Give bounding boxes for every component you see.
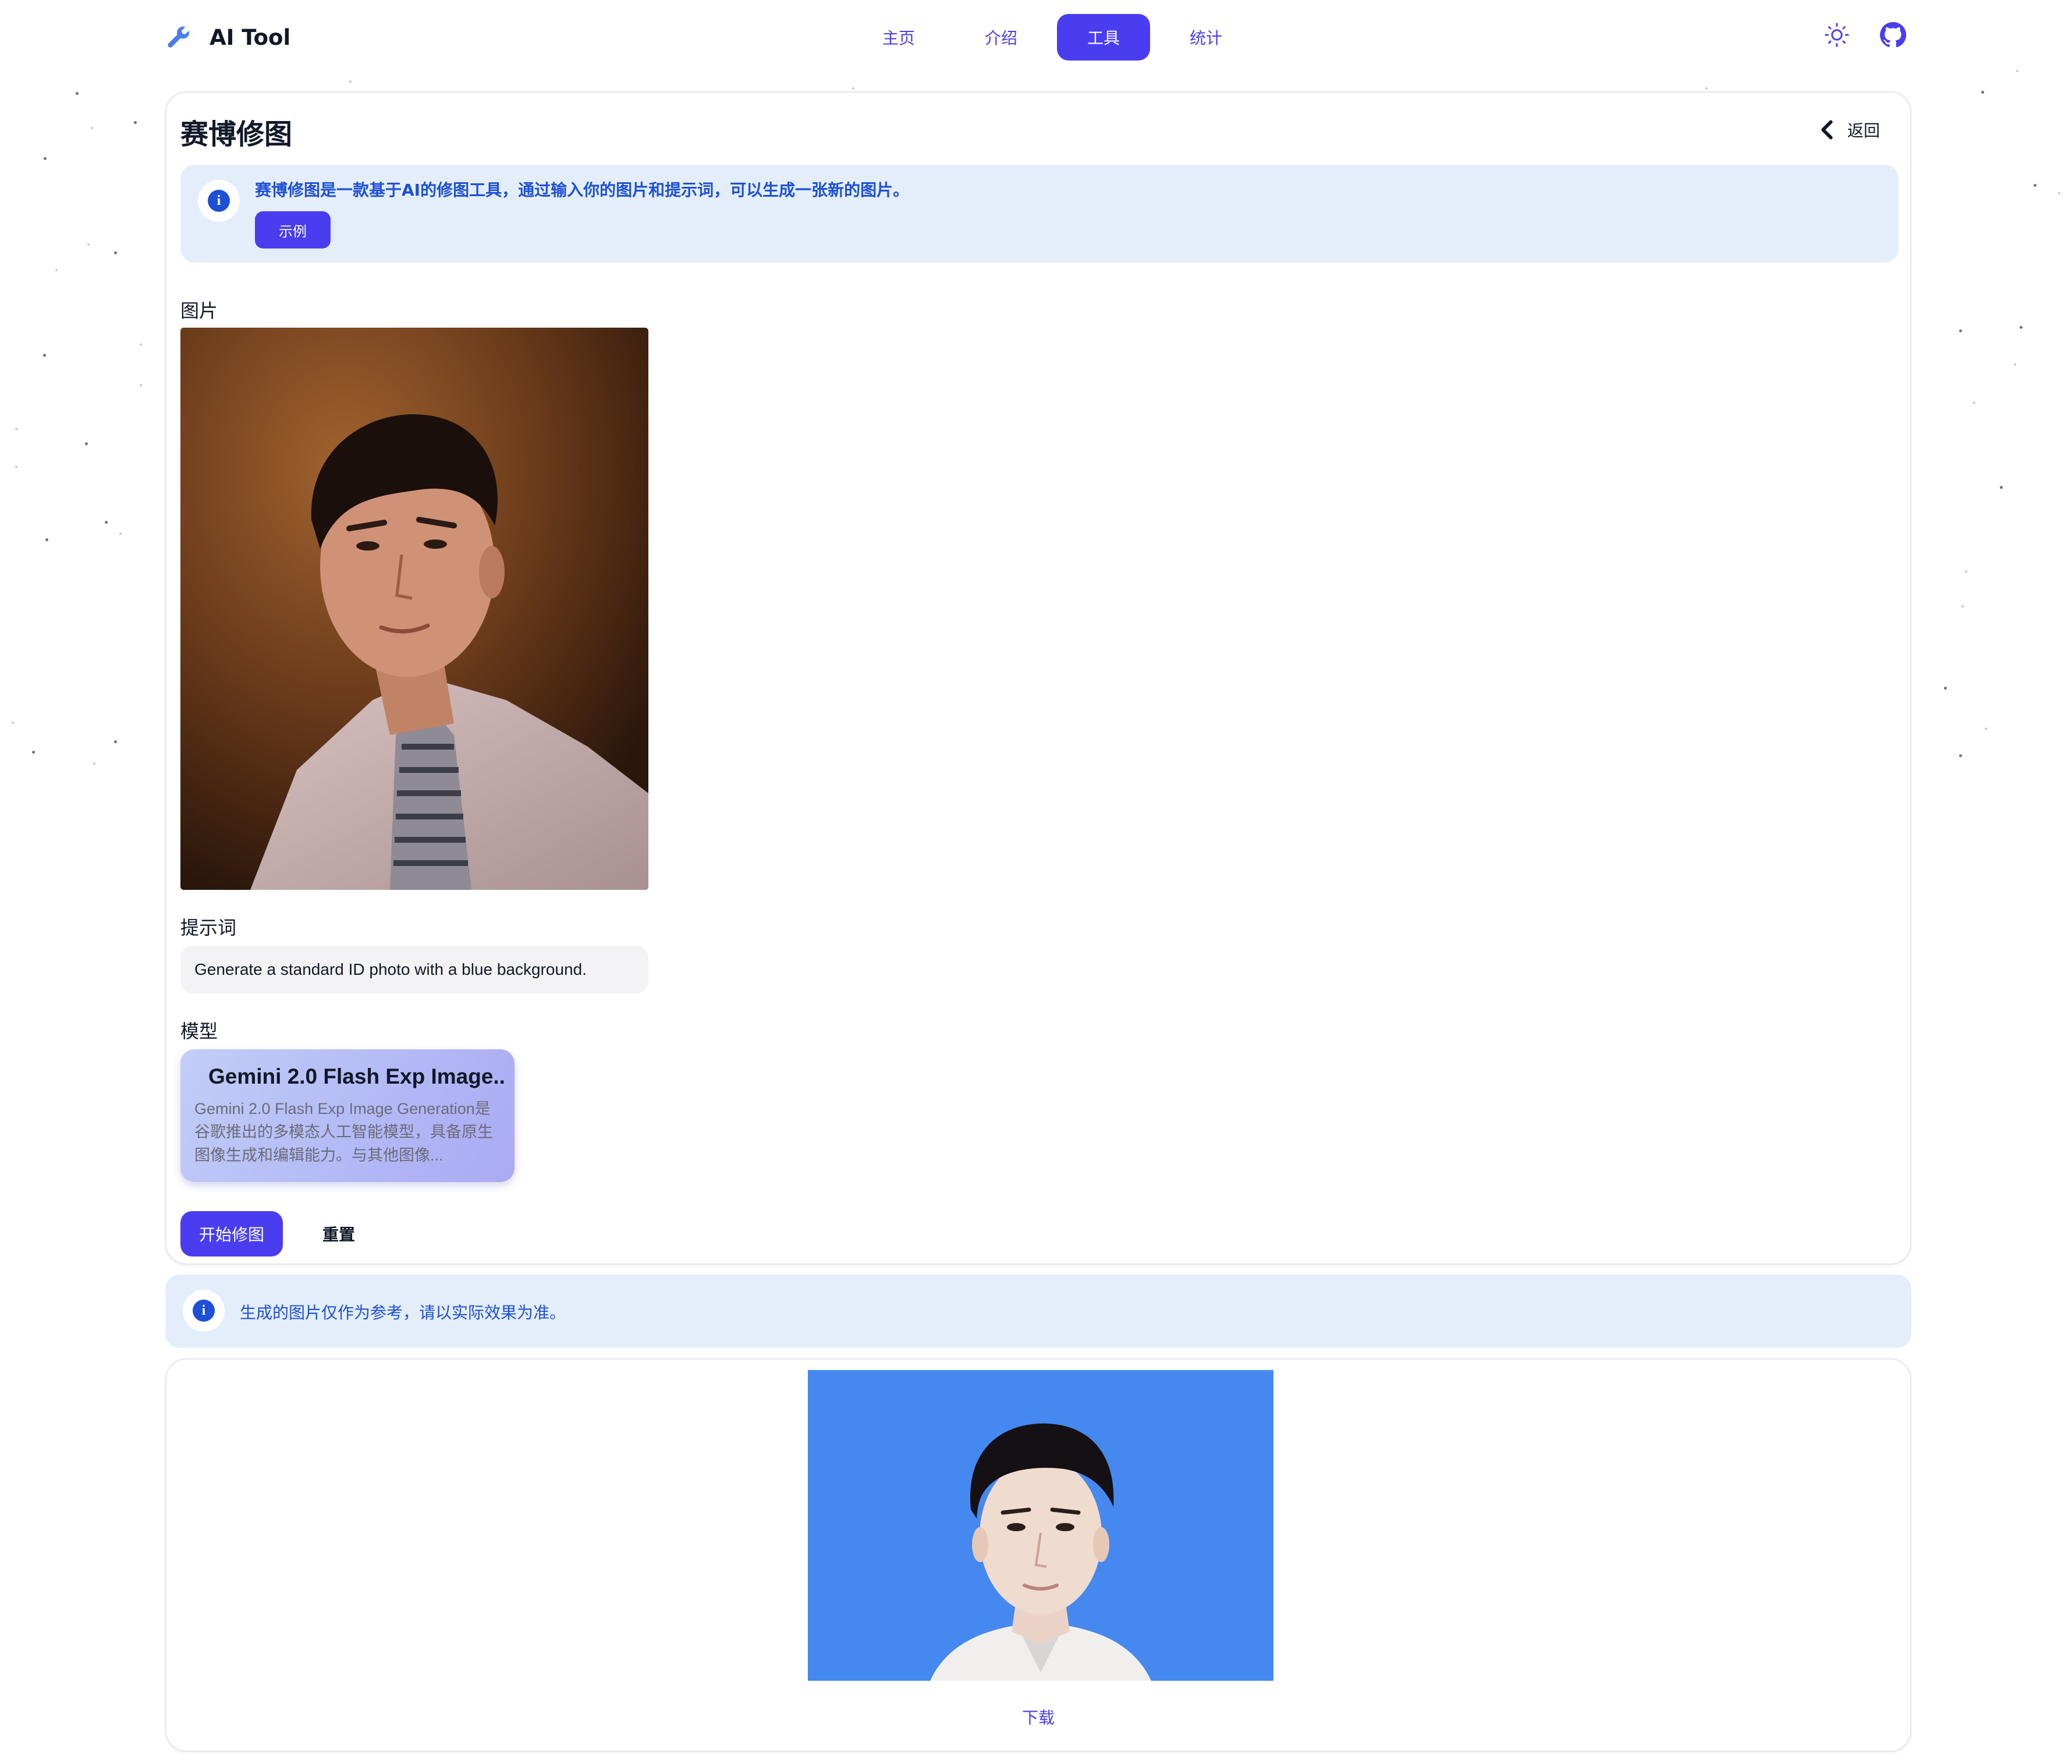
tool-card: 赛博修图 返回 i 赛博修图是一款基于AI的修图工具，通过输入你的图片和提示词，… <box>165 91 1911 1265</box>
model-option-card[interactable]: Gemini 2.0 Flash Exp Image.. Gemini 2.0 … <box>180 1049 515 1182</box>
main-nav: 主页 介绍 工具 统计 <box>852 14 1262 61</box>
back-button[interactable]: 返回 <box>1818 118 1880 141</box>
model-description: Gemini 2.0 Flash Exp Image Generation是谷歌… <box>194 1100 493 1164</box>
model-name: Gemini 2.0 Flash Exp Image.. <box>208 1064 505 1088</box>
intro-alert: i 赛博修图是一款基于AI的修图工具，通过输入你的图片和提示词，可以生成一张新的… <box>180 165 1899 262</box>
page-title: 赛博修图 <box>180 118 293 151</box>
nav-actions <box>1823 21 1907 49</box>
id-photo <box>808 1370 1273 1681</box>
nav-link-stats[interactable]: 统计 <box>1159 14 1253 61</box>
nav-link-home[interactable]: 主页 <box>852 14 945 61</box>
info-icon: i <box>208 190 230 212</box>
prompt-label: 提示词 <box>180 917 237 939</box>
example-button[interactable]: 示例 <box>255 211 331 249</box>
uploaded-image[interactable] <box>180 328 648 890</box>
result-notice: i 生成的图片仅作为参考，请以实际效果为准。 <box>165 1275 1911 1348</box>
intro-message: 赛博修图是一款基于AI的修图工具，通过输入你的图片和提示词，可以生成一张新的图片… <box>255 180 910 200</box>
back-label: 返回 <box>1847 121 1880 140</box>
top-navbar: AI Tool 主页 介绍 工具 统计 <box>165 10 1907 63</box>
theme-toggle-button[interactable] <box>1823 21 1851 49</box>
portrait-photo <box>180 328 648 890</box>
info-badge: i <box>198 180 240 222</box>
start-edit-button[interactable]: 开始修图 <box>180 1211 283 1257</box>
image-label: 图片 <box>180 300 218 322</box>
model-label: 模型 <box>180 1020 218 1042</box>
brand-title: AI Tool <box>210 24 291 50</box>
brand[interactable]: AI Tool <box>165 20 290 55</box>
result-card: 下载 <box>165 1358 1911 1752</box>
download-link[interactable]: 下载 <box>166 1705 1910 1728</box>
info-badge: i <box>183 1290 225 1332</box>
wrench-icon <box>168 26 190 48</box>
nav-link-tools[interactable]: 工具 <box>1057 14 1150 61</box>
chevron-left-icon <box>1821 120 1833 140</box>
sun-icon <box>1825 23 1849 47</box>
notice-message: 生成的图片仅作为参考，请以实际效果为准。 <box>240 1303 566 1322</box>
prompt-input[interactable]: Generate a standard ID photo with a blue… <box>180 946 648 993</box>
nav-link-intro[interactable]: 介绍 <box>955 14 1048 61</box>
generated-image <box>808 1370 1273 1681</box>
github-icon <box>1880 22 1906 48</box>
github-link[interactable] <box>1879 21 1907 49</box>
info-icon: i <box>193 1300 215 1322</box>
reset-button[interactable]: 重置 <box>304 1211 374 1257</box>
